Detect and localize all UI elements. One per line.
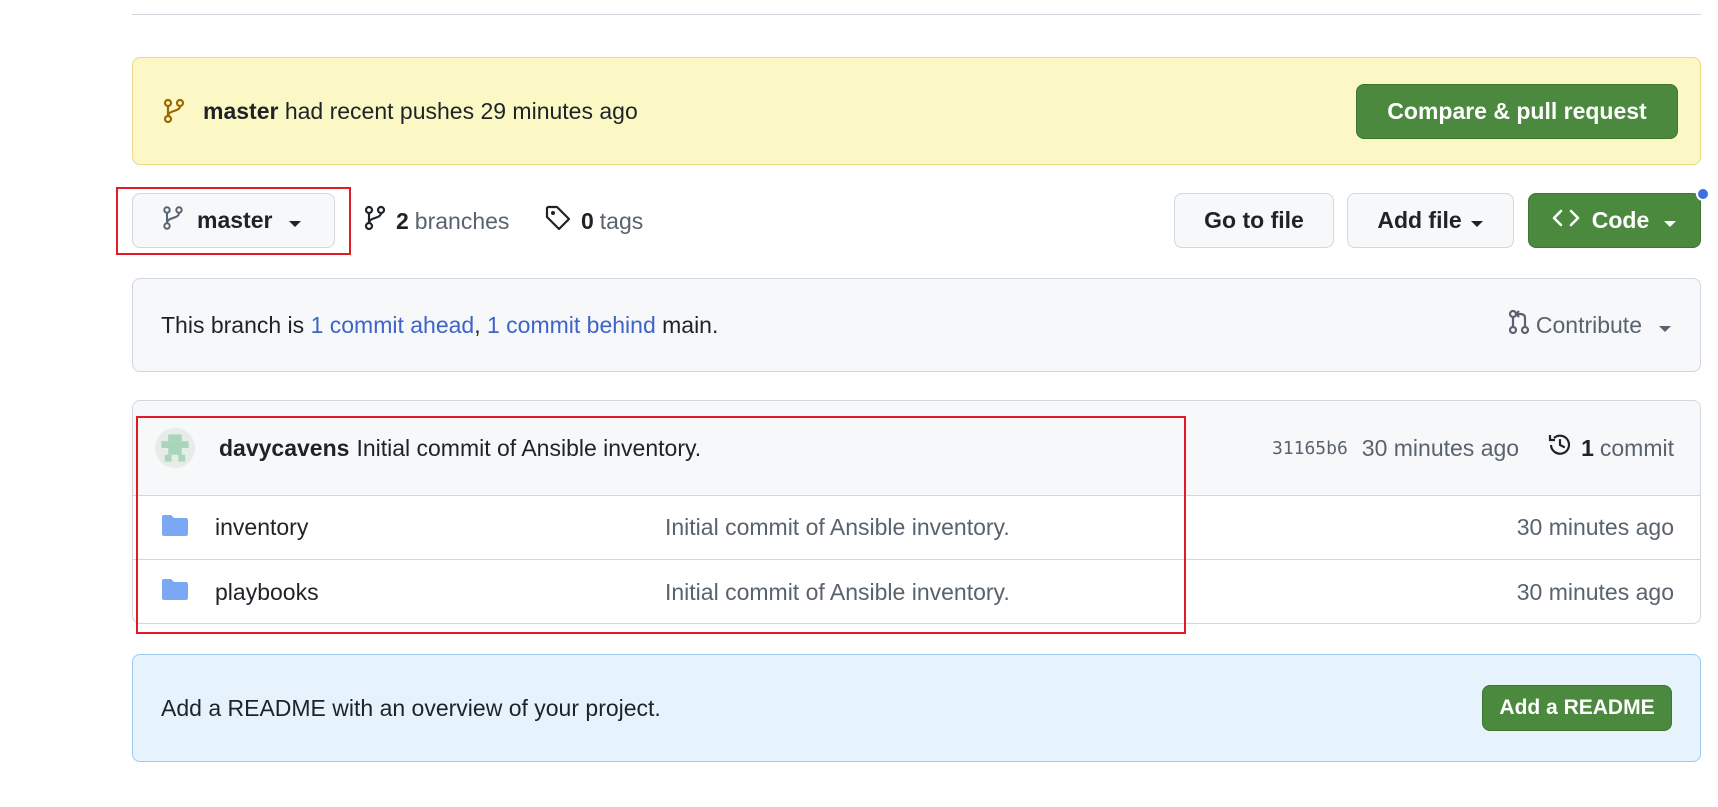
branches-link[interactable]: 2 branches (364, 205, 509, 237)
readme-prompt-text: Add a README with an overview of your pr… (161, 694, 661, 721)
code-icon (1552, 207, 1580, 234)
file-name-link[interactable]: playbooks (215, 579, 665, 606)
git-branch-icon (364, 205, 386, 237)
file-age: 30 minutes ago (1516, 578, 1674, 605)
folder-icon (161, 577, 189, 607)
compare-pull-request-button[interactable]: Compare & pull request (1356, 83, 1678, 139)
commit-age: 30 minutes ago (1361, 434, 1520, 461)
commit-count: 1 (1581, 434, 1594, 461)
file-commit-message-link[interactable]: Initial commit of Ansible inventory. (665, 514, 1010, 541)
tags-label: tags (599, 207, 644, 234)
commit-sha-link[interactable]: 31165b6 (1272, 438, 1348, 459)
git-branch-icon (163, 97, 187, 125)
recent-push-message: master had recent pushes 29 minutes ago (203, 98, 638, 125)
file-name-link[interactable]: inventory (215, 514, 665, 541)
branch-selector-button[interactable]: master (132, 193, 335, 248)
branch-status-bar: This branch is 1 commit ahead , 1 commit… (132, 278, 1701, 372)
commit-author-link[interactable]: davycavens (219, 435, 349, 462)
code-label: Code (1591, 207, 1650, 233)
pull-request-icon (1508, 309, 1530, 341)
caret-down-icon (288, 207, 302, 234)
commit-count-label: commit (1599, 434, 1674, 461)
branches-count: 2 (396, 207, 409, 234)
caret-down-icon (1663, 207, 1677, 234)
caret-down-icon (1470, 207, 1484, 234)
tags-link[interactable]: 0 tags (545, 205, 643, 237)
contribute-button[interactable]: Contribute (1508, 309, 1672, 341)
go-to-file-button[interactable]: Go to file (1174, 193, 1334, 248)
avatar[interactable] (155, 428, 195, 468)
add-file-button[interactable]: Add file (1347, 193, 1514, 248)
branch-status-suffix: main. (655, 311, 719, 338)
file-browser: davycavens Initial commit of Ansible inv… (132, 400, 1701, 624)
branch-selector-label: master (197, 207, 273, 233)
commits-behind-link[interactable]: 1 commit behind (487, 312, 656, 339)
git-branch-icon (163, 205, 183, 236)
contribute-label: Contribute (1535, 311, 1642, 338)
top-divider (132, 14, 1701, 15)
branch-status-prefix: This branch is (161, 311, 311, 338)
branches-label: branches (414, 207, 510, 234)
commits-ahead-link[interactable]: 1 commit ahead (311, 312, 475, 339)
commit-message-link[interactable]: Initial commit of Ansible inventory. (356, 435, 701, 462)
commit-history-link[interactable]: 1 commit (1547, 432, 1674, 464)
add-file-label: Add file (1377, 207, 1462, 233)
latest-commit-header: davycavens Initial commit of Ansible inv… (133, 401, 1700, 496)
file-row[interactable]: playbooks Initial commit of Ansible inve… (133, 560, 1700, 623)
history-icon (1547, 432, 1573, 464)
code-button[interactable]: Code (1528, 193, 1701, 248)
file-row[interactable]: inventory Initial commit of Ansible inve… (133, 496, 1700, 560)
file-age: 30 minutes ago (1516, 514, 1674, 540)
caret-down-icon (1658, 312, 1672, 339)
add-readme-button[interactable]: Add a README (1482, 685, 1672, 731)
recent-push-branch[interactable]: master (203, 98, 278, 124)
file-commit-message-link[interactable]: Initial commit of Ansible inventory. (665, 579, 1010, 606)
recent-push-banner: master had recent pushes 29 minutes ago … (132, 57, 1701, 165)
tags-count: 0 (581, 207, 594, 234)
repo-toolbar: master 2 branches 0 tags Go to file Add … (116, 187, 1710, 255)
branch-status-separator: , (474, 311, 487, 338)
notification-dot (1696, 187, 1710, 201)
commit-meta: 31165b6 30 minutes ago 1 commit (1272, 432, 1674, 464)
recent-push-text: had recent pushes 29 minutes ago (278, 97, 638, 124)
readme-prompt: Add a README with an overview of your pr… (132, 654, 1701, 762)
tag-icon (545, 205, 571, 237)
folder-icon (161, 513, 189, 543)
